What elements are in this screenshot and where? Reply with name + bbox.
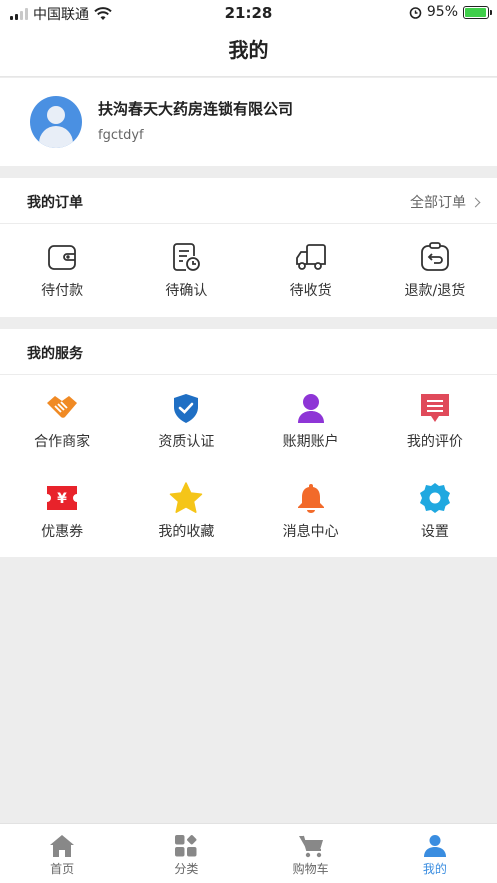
order-pending-confirm[interactable]: 待确认 — [124, 240, 248, 300]
shield-check-icon — [169, 391, 203, 425]
truck-icon — [294, 240, 328, 274]
all-orders-label: 全部订单 — [410, 195, 466, 211]
alarm-icon — [409, 6, 422, 19]
service-credit-account[interactable]: 账期账户 — [249, 375, 373, 465]
order-pending-receipt[interactable]: 待收货 — [249, 240, 373, 300]
service-partner[interactable]: 合作商家 — [0, 375, 124, 465]
services-header: 我的服务 — [0, 329, 497, 375]
tab-label: 首页 — [50, 862, 75, 876]
avatar[interactable] — [30, 96, 82, 148]
service-label: 资质认证 — [158, 434, 215, 450]
order-label: 待收货 — [289, 283, 332, 299]
service-label: 消息中心 — [282, 524, 339, 540]
orders-section: 我的订单 全部订单 待付款 待确认 待收货 退款/退货 — [0, 178, 497, 317]
tab-label: 我的 — [422, 862, 447, 876]
service-label: 账期账户 — [282, 434, 339, 450]
all-orders-link[interactable]: 全部订单 — [410, 192, 481, 212]
chevron-right-icon — [470, 197, 481, 207]
service-label: 合作商家 — [34, 434, 91, 450]
return-box-icon — [418, 240, 452, 274]
tab-cart[interactable]: 购物车 — [249, 824, 373, 883]
status-right: 95% — [409, 4, 492, 20]
services-section: 我的服务 合作商家 资质认证 账期账户 我的评价 ¥ 优惠券 我的收藏 消息中心… — [0, 329, 497, 557]
document-clock-icon — [169, 240, 203, 274]
tab-mine[interactable]: 我的 — [373, 824, 497, 883]
service-favorites[interactable]: 我的收藏 — [124, 465, 248, 555]
status-bar: 中国联通 21:28 95% — [0, 0, 497, 28]
services-title: 我的服务 — [27, 346, 83, 362]
service-label: 我的评价 — [406, 434, 463, 450]
username: fgctdyf — [98, 128, 144, 143]
orders-title: 我的订单 — [27, 195, 83, 211]
home-icon — [50, 835, 75, 857]
services-grid: 合作商家 资质认证 账期账户 我的评价 ¥ 优惠券 我的收藏 消息中心 设置 — [0, 375, 497, 555]
battery-percent: 95% — [426, 4, 458, 20]
gear-icon — [418, 481, 452, 515]
order-label: 待付款 — [41, 283, 84, 299]
page-title: 我的 — [0, 28, 497, 77]
handshake-icon — [45, 391, 79, 425]
cart-icon — [298, 835, 323, 858]
service-label: 设置 — [420, 524, 449, 540]
tab-label: 分类 — [174, 862, 199, 876]
service-coupons[interactable]: ¥ 优惠券 — [0, 465, 124, 555]
company-name: 扶沟春天大药房连锁有限公司 — [98, 100, 294, 118]
tab-label: 购物车 — [292, 862, 329, 876]
order-pending-payment[interactable]: 待付款 — [0, 240, 124, 300]
order-refund[interactable]: 退款/退货 — [373, 240, 497, 300]
order-label: 待确认 — [165, 283, 208, 299]
tab-bar: 首页 分类 购物车 我的 — [0, 823, 497, 883]
order-label: 退款/退货 — [404, 283, 466, 299]
user-icon — [423, 835, 446, 857]
battery-icon — [463, 5, 492, 19]
service-label: 我的收藏 — [158, 524, 215, 540]
service-label: 优惠券 — [41, 524, 84, 540]
coupon-icon: ¥ — [45, 481, 79, 515]
orders-header: 我的订单 全部订单 — [0, 178, 497, 224]
tab-category[interactable]: 分类 — [124, 824, 248, 883]
orders-grid: 待付款 待确认 待收货 退款/退货 — [0, 224, 497, 300]
comment-icon — [418, 391, 452, 425]
star-icon — [169, 481, 203, 515]
category-icon — [175, 835, 197, 857]
bell-icon — [294, 481, 328, 515]
profile-card[interactable]: 扶沟春天大药房连锁有限公司 fgctdyf — [0, 78, 497, 166]
service-certification[interactable]: 资质认证 — [124, 375, 248, 465]
svg-text:¥: ¥ — [57, 491, 67, 507]
wallet-icon — [45, 240, 79, 274]
service-messages[interactable]: 消息中心 — [249, 465, 373, 555]
service-my-reviews[interactable]: 我的评价 — [373, 375, 497, 465]
tab-home[interactable]: 首页 — [0, 824, 124, 883]
person-icon — [294, 391, 328, 425]
service-settings[interactable]: 设置 — [373, 465, 497, 555]
